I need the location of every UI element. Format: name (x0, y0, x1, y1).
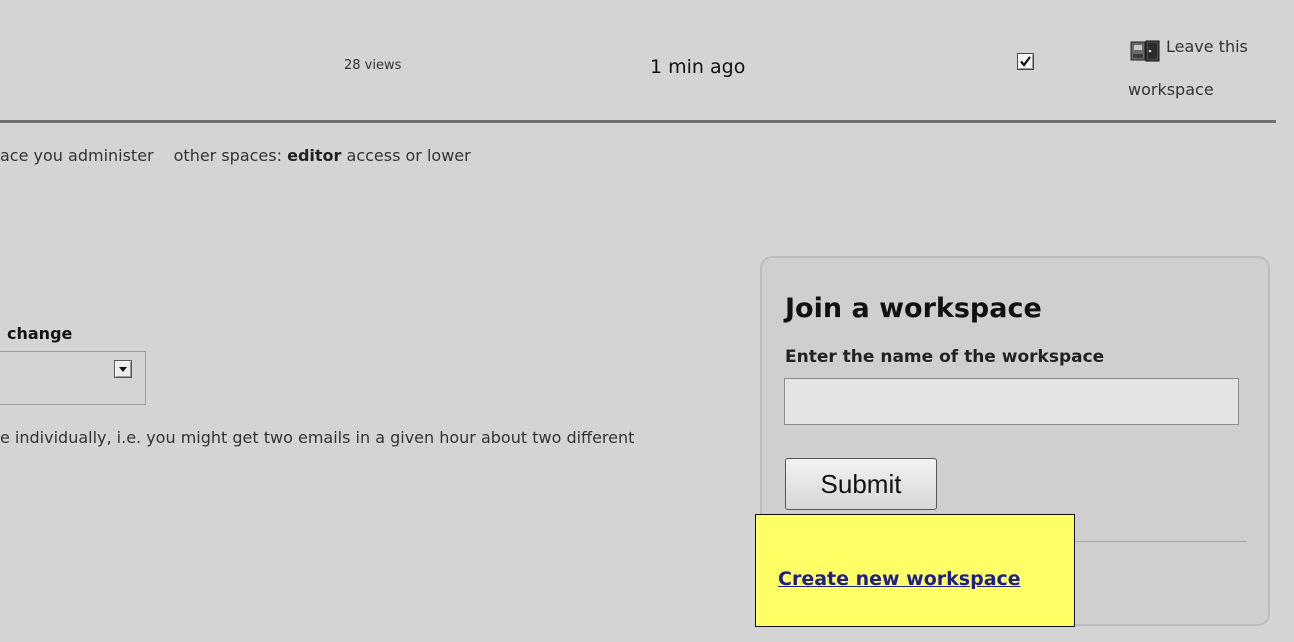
door-exit-icon[interactable] (1130, 40, 1160, 62)
notification-notice: e individually, i.e. you might get two e… (0, 428, 635, 447)
legend-other-suffix: access or lower (346, 146, 471, 165)
notify-checkbox[interactable] (1017, 53, 1034, 70)
legend-editor-bold: editor (287, 146, 342, 165)
access-legend: ace you administer other spaces: editor a… (0, 146, 471, 165)
workspace-name-label: Enter the name of the workspace (785, 347, 1105, 367)
submit-button[interactable]: Submit (785, 458, 937, 510)
section-divider (0, 120, 1276, 123)
last-activity-time: 1 min ago (650, 56, 746, 78)
checkmark-icon (1020, 56, 1031, 67)
chevron-down-icon[interactable] (114, 360, 132, 378)
join-workspace-title: Join a workspace (785, 293, 1042, 324)
legend-admin-text: ace you administer (0, 146, 154, 165)
change-label: change (7, 324, 73, 343)
legend-other-prefix: other spaces: (173, 146, 282, 165)
workspace-name-input[interactable] (784, 378, 1239, 425)
leave-workspace-link-continued[interactable]: workspace (1128, 80, 1214, 99)
view-count: 28 views (344, 58, 402, 73)
create-workspace-link[interactable]: Create new workspace (778, 568, 1021, 590)
leave-workspace-link[interactable]: Leave this (1166, 37, 1248, 56)
